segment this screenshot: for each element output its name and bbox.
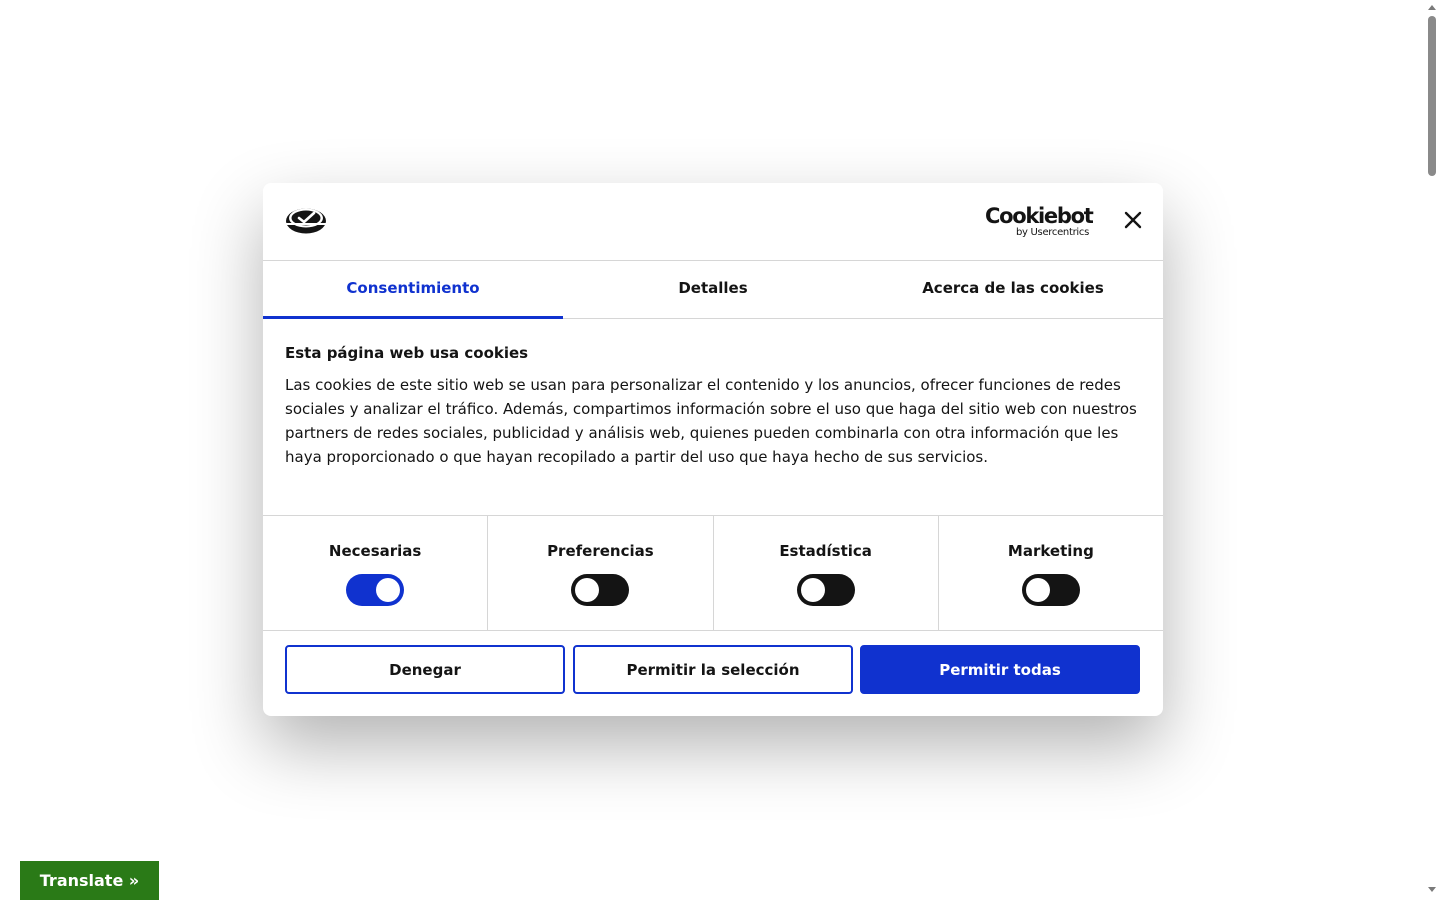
toggle-necessary: Necesarias bbox=[263, 516, 489, 630]
scroll-up-icon[interactable] bbox=[1428, 5, 1436, 10]
deny-button[interactable]: Denegar bbox=[285, 645, 565, 694]
close-icon[interactable] bbox=[1121, 208, 1145, 232]
dialog-header: Cookiebot by Usercentrics bbox=[263, 183, 1163, 261]
switch-knob bbox=[1025, 578, 1050, 602]
consent-title: Esta página web usa cookies bbox=[285, 344, 529, 362]
statistics-switch[interactable] bbox=[796, 574, 855, 606]
tab-consent[interactable]: Consentimiento bbox=[263, 261, 563, 319]
necessary-switch[interactable] bbox=[346, 574, 405, 606]
consent-body: Esta página web usa cookies Las cookies … bbox=[285, 343, 1141, 469]
switch-knob bbox=[800, 578, 825, 602]
scrollbar-thumb[interactable] bbox=[1428, 16, 1436, 176]
switch-knob bbox=[575, 578, 600, 602]
consent-description: Las cookies de este sitio web se usan pa… bbox=[285, 376, 1137, 466]
toggle-preferences: Preferencias bbox=[488, 516, 714, 630]
cookiebot-brand[interactable]: Cookiebot by Usercentrics bbox=[985, 204, 1094, 239]
brand-name: Cookiebot bbox=[985, 204, 1094, 228]
cookie-logo-icon bbox=[286, 208, 326, 234]
preferences-switch[interactable] bbox=[571, 574, 630, 606]
allow-selection-button[interactable]: Permitir la selección bbox=[573, 645, 853, 694]
toggle-label-statistics: Estadística bbox=[779, 542, 872, 560]
switch-knob bbox=[376, 578, 401, 602]
translate-button[interactable]: Translate » bbox=[20, 861, 159, 900]
toggle-label-necessary: Necesarias bbox=[328, 542, 422, 560]
consent-buttons: Denegar Permitir la selección Permitir t… bbox=[285, 645, 1141, 694]
tab-details[interactable]: Detalles bbox=[563, 261, 863, 318]
scroll-down-icon[interactable] bbox=[1428, 887, 1436, 892]
toggle-label-preferences: Preferencias bbox=[547, 542, 654, 560]
tab-about-cookies[interactable]: Acerca de las cookies bbox=[863, 261, 1163, 318]
brand-subtitle: by Usercentrics bbox=[1015, 227, 1089, 238]
marketing-switch[interactable] bbox=[1021, 574, 1080, 606]
toggle-statistics: Estadística bbox=[714, 516, 939, 630]
toggle-label-marketing: Marketing bbox=[1007, 542, 1094, 560]
allow-all-button[interactable]: Permitir todas bbox=[860, 645, 1140, 694]
consent-toggles: Necesarias Preferencias Estadística Mark… bbox=[263, 515, 1163, 631]
page-scrollbar[interactable] bbox=[1425, 0, 1440, 900]
cookie-consent-dialog: Cookiebot by Usercentrics Consentimiento… bbox=[263, 183, 1163, 716]
dialog-tabs: Consentimiento Detalles Acerca de las co… bbox=[263, 261, 1163, 319]
toggle-marketing: Marketing bbox=[939, 516, 1163, 630]
